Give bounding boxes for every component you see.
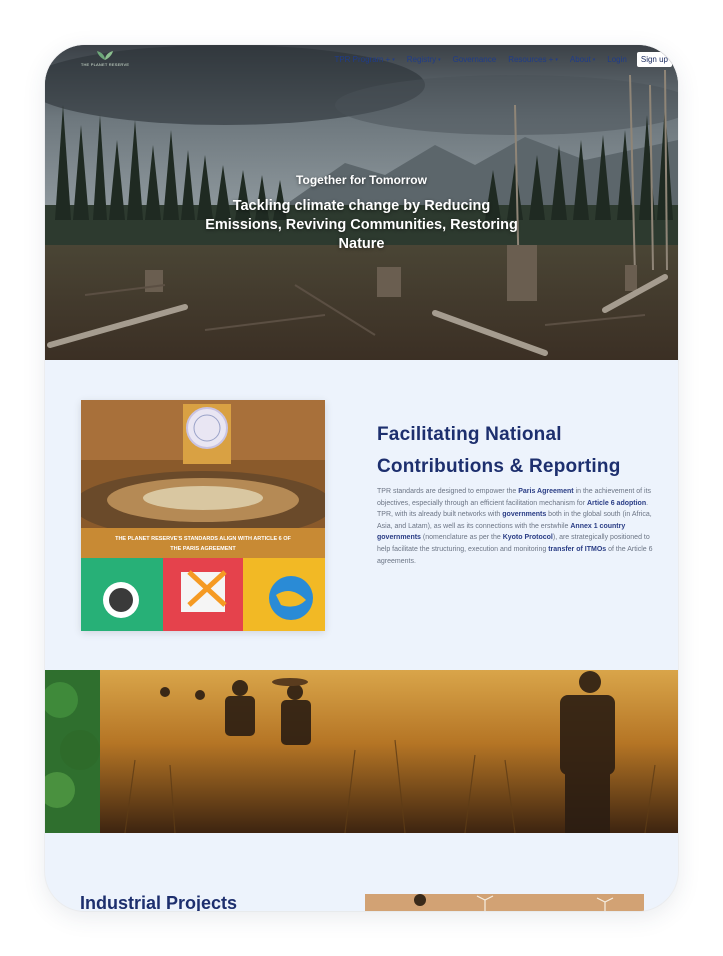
hero-section: THE PLANET RESERVE TPR Program + ▾ Regis… [45, 45, 678, 360]
nav-item-label: Governance [452, 55, 497, 64]
nav-item-label: About [569, 55, 591, 64]
nav-item-registry[interactable]: Registry ▾ [401, 55, 447, 64]
infographic-caption-line-2: THE PARIS AGREEMENT [170, 546, 236, 552]
nav-item-label: TPR Program + [334, 55, 391, 64]
paris-agreement-infographic: THE PLANET RESERVE'S STANDARDS ALIGN WIT… [81, 400, 325, 631]
chevron-down-icon: ▾ [438, 56, 441, 63]
industrial-projects-image [365, 894, 644, 911]
feature-body-link[interactable]: Article 6 adoption [587, 500, 646, 507]
site-logo[interactable]: THE PLANET RESERVE [81, 49, 129, 71]
browser-viewport: THE PLANET RESERVE TPR Program + ▾ Regis… [45, 45, 678, 911]
infographic-caption-line-1: THE PLANET RESERVE'S STANDARDS ALIGN WIT… [115, 536, 291, 542]
farmers-field-image [45, 670, 678, 833]
nav-item-resources[interactable]: Resources + ▾ [502, 55, 564, 64]
un-assembly-image: THE PLANET RESERVE'S STANDARDS ALIGN WIT… [81, 400, 325, 631]
signup-button[interactable]: Sign up [636, 52, 672, 67]
nav-item-tpr-program[interactable]: TPR Program + ▾ [328, 55, 400, 64]
leaf-logo-icon [97, 51, 113, 60]
feature-body-link[interactable]: transfer of ITMOs [548, 546, 606, 553]
industrial-projects-heading: Industrial Projects [80, 893, 238, 911]
chevron-down-icon: ▾ [555, 56, 558, 63]
nav-links: TPR Program + ▾ Registry ▾ Governance Re… [328, 52, 672, 67]
feature-body-link[interactable]: governments [502, 511, 546, 518]
feature-body-link[interactable]: Paris Agreement [518, 488, 573, 495]
wind-turbine-image [365, 894, 644, 911]
logo-text: THE PLANET RESERVE [80, 62, 130, 67]
feature-body-link[interactable]: Kyoto Protocol [503, 534, 553, 541]
chevron-down-icon: ▾ [592, 56, 596, 63]
nav-item-about[interactable]: About ▾ [564, 55, 601, 64]
chevron-down-icon: ▾ [392, 56, 395, 63]
login-link[interactable]: Login [601, 55, 633, 64]
feature-body-text: (nomenclature as per the [420, 534, 503, 542]
nav-item-label: Registry [406, 55, 437, 64]
feature-body: TPR standards are designed to empower th… [377, 486, 659, 567]
feature-body-text: TPR standards are designed to empower th… [377, 488, 519, 495]
login-label: Login [607, 55, 627, 64]
hero-tagline: Together for Tomorrow [296, 173, 427, 187]
nav-item-label: Resources + [508, 55, 554, 64]
nav-item-governance[interactable]: Governance [447, 55, 503, 64]
top-navigation: THE PLANET RESERVE TPR Program + ▾ Regis… [45, 45, 678, 75]
feature-title: Facilitating National Contributions & Re… [377, 424, 621, 477]
hero-title: Tackling climate change by Reducing Emis… [205, 198, 518, 252]
harvest-banner-image [45, 670, 678, 833]
